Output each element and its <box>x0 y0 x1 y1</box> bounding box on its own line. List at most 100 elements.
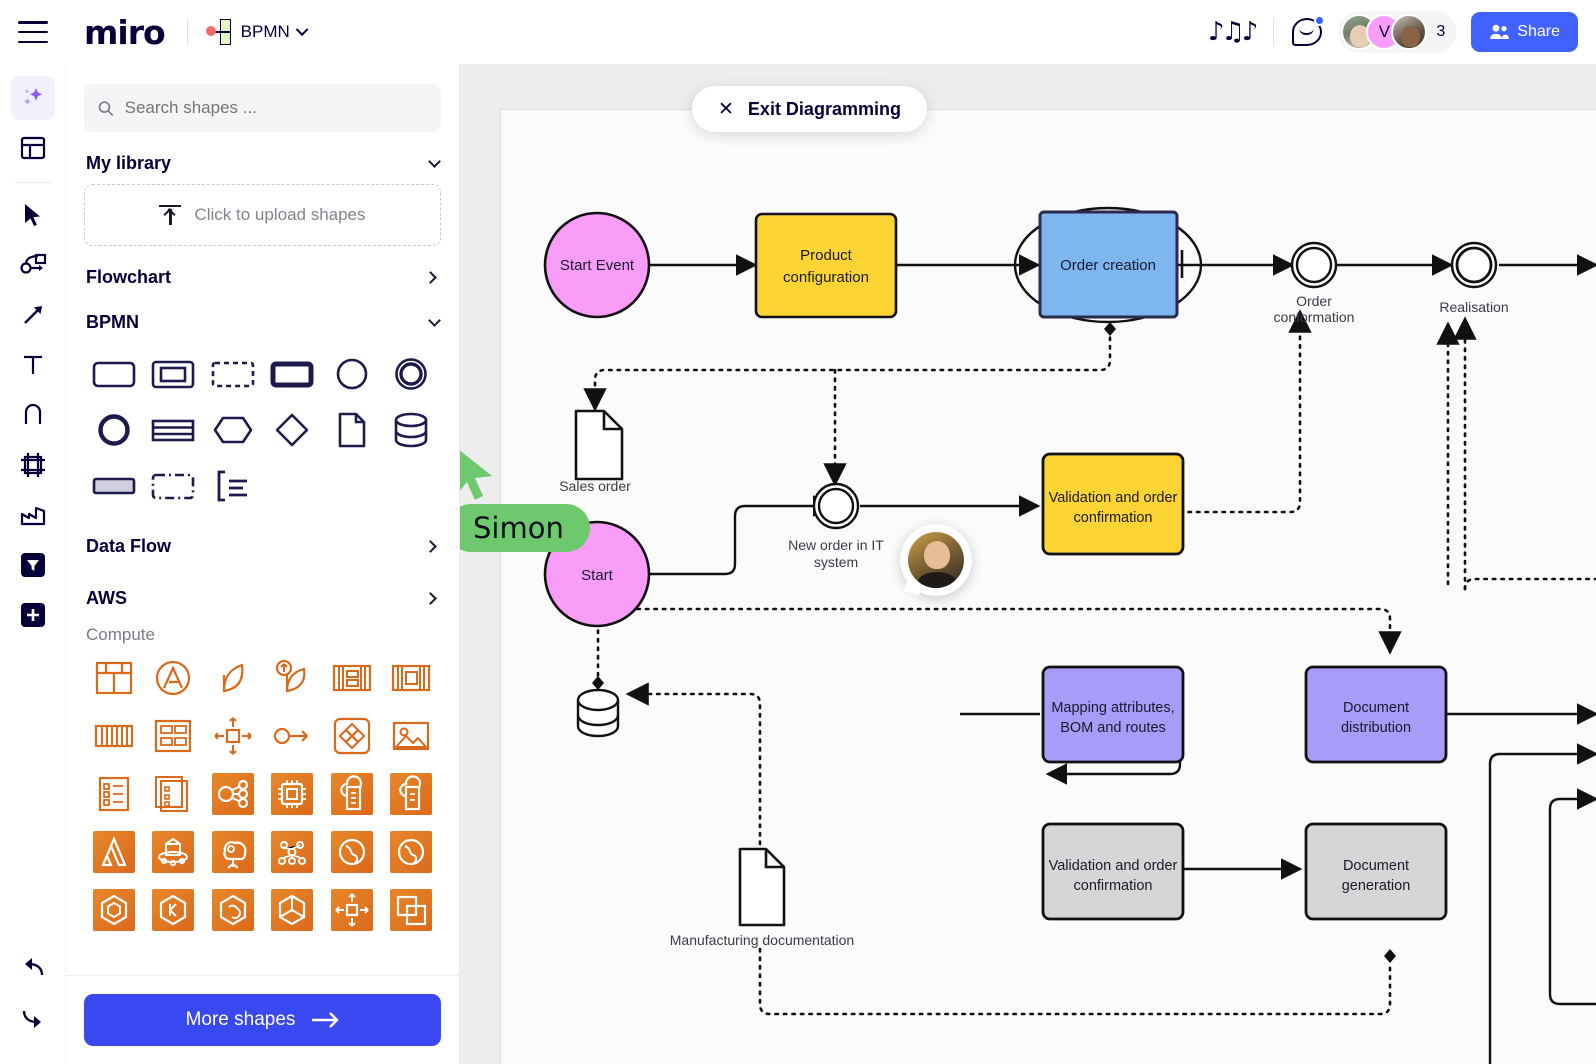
templates-tool[interactable] <box>11 126 55 170</box>
aws-icon-autoscale-chip-icon[interactable] <box>203 713 263 759</box>
aws-icon-lambda-icon[interactable] <box>84 829 144 875</box>
shape-database-cylinder[interactable] <box>382 405 442 455</box>
svg-text:Validation and order: Validation and order <box>1049 858 1178 874</box>
section-header-data-flow[interactable]: Data Flow <box>84 515 441 567</box>
aws-icon-leaf-arrow-icon[interactable] <box>263 655 323 701</box>
plus-icon <box>20 603 45 627</box>
music-notes-icon[interactable]: ♪♫♪ <box>1208 17 1258 47</box>
aws-icon-image-builder-icon[interactable] <box>382 713 442 759</box>
svg-text:Validation and order: Validation and order <box>1049 490 1178 506</box>
aws-icon-rack-server-icon[interactable] <box>322 655 382 701</box>
aws-icon-connector-icon[interactable] <box>263 713 323 759</box>
redo-icon[interactable] <box>20 1006 46 1030</box>
frame-icon <box>20 453 45 477</box>
svg-text:Document: Document <box>1343 700 1409 716</box>
text-tool[interactable] <box>11 343 55 387</box>
shape-end-event-double-circle[interactable] <box>382 349 442 399</box>
chevron-right-icon <box>424 540 437 553</box>
avatar[interactable] <box>1391 14 1428 50</box>
section-header-aws[interactable]: AWS <box>84 567 441 619</box>
sparkles-icon <box>23 88 42 105</box>
aws-icon-globe-circle-2-icon[interactable] <box>382 829 442 875</box>
hamburger-menu-icon[interactable] <box>18 21 48 43</box>
shape-task-rounded-rect[interactable] <box>84 349 144 399</box>
aws-icon-leaf-icon[interactable] <box>203 655 263 701</box>
more-tool[interactable] <box>11 593 55 637</box>
aws-icon-hex-outline-icon[interactable] <box>84 887 144 933</box>
aws-icon-hex-k-icon[interactable] <box>144 887 204 933</box>
board-canvas[interactable]: Start Event Product configuration Order … <box>460 64 1596 1064</box>
chevron-down-icon <box>295 22 309 36</box>
shape-data-object-page[interactable] <box>322 405 382 455</box>
shape-subprocess-nested-rect[interactable] <box>144 349 204 399</box>
board-title: BPMN <box>240 22 290 41</box>
shape-lane-bar[interactable] <box>84 461 144 511</box>
aws-icon-cube-ring-icon[interactable] <box>144 829 204 875</box>
shape-adhoc-dashed-rect[interactable] <box>203 349 263 399</box>
aws-icon-cloud-server-2-icon[interactable] <box>382 771 442 817</box>
aws-icon-share-nodes-icon[interactable] <box>203 771 263 817</box>
upload-label: Click to upload shapes <box>194 205 366 224</box>
shape-data-store-lines[interactable] <box>144 405 204 455</box>
chat-button[interactable] <box>1292 15 1326 46</box>
exit-diagramming-button[interactable]: ✕ Exit Diagramming <box>692 86 927 132</box>
frame-tool[interactable] <box>11 443 55 487</box>
svg-text:Product: Product <box>800 247 853 264</box>
aws-icon-list-icon[interactable] <box>84 771 144 817</box>
ai-magic-tool[interactable] <box>10 76 55 120</box>
svg-text:Sales order: Sales order <box>559 478 631 494</box>
search-input[interactable] <box>124 98 427 118</box>
aws-icon-bare-metal-icon[interactable] <box>84 713 144 759</box>
pen-tool[interactable] <box>11 393 55 437</box>
arrow-tool[interactable] <box>11 293 55 337</box>
upload-shapes-dropzone[interactable]: Click to upload shapes <box>84 184 441 246</box>
chart-tool[interactable] <box>11 493 55 537</box>
shape-annotation-bracket[interactable] <box>203 461 263 511</box>
board-name-dropdown[interactable]: BPMN <box>205 19 309 45</box>
aws-icon-node-tree-icon[interactable] <box>263 829 323 875</box>
select-tool[interactable] <box>11 193 55 237</box>
aws-icon-elastic-icon[interactable] <box>322 713 382 759</box>
aws-icon-ec2-instances-icon[interactable] <box>84 655 144 701</box>
shape-group-dashdot-rect[interactable] <box>144 461 204 511</box>
pen-A-icon <box>24 403 41 424</box>
section-header-my-library[interactable]: My library <box>84 132 441 184</box>
aws-icon-cloud-tree-icon[interactable] <box>203 829 263 875</box>
svg-text:Start: Start <box>581 567 614 584</box>
collaborator-count: 3 <box>1436 23 1446 40</box>
collaborator-canvas-avatar[interactable] <box>900 524 972 596</box>
chevron-down-icon <box>428 314 441 327</box>
aws-icon-scale-chip-icon[interactable] <box>322 887 382 933</box>
undo-icon[interactable] <box>20 956 46 980</box>
section-header-bpmn[interactable]: BPMN <box>84 298 441 343</box>
aws-icon-cloud-server-icon[interactable] <box>322 771 382 817</box>
aws-icon-copy-chip-icon[interactable] <box>382 887 442 933</box>
aws-icon-cpu-chip-icon[interactable] <box>263 771 323 817</box>
aws-icon-instance-grid-icon[interactable] <box>144 713 204 759</box>
shape-gateway-diamond[interactable] <box>263 405 323 455</box>
aws-icon-lambda-circle-icon[interactable] <box>144 655 204 701</box>
aws-icon-list-stack-icon[interactable] <box>144 771 204 817</box>
shape-start-event-bold-circle[interactable] <box>84 405 144 455</box>
aws-icon-globe-circle-icon[interactable] <box>322 829 382 875</box>
svg-text:Realisation: Realisation <box>1439 299 1508 315</box>
shapes-tool[interactable] <box>11 243 55 287</box>
shape-call-activity-thick-rect[interactable] <box>263 349 323 399</box>
more-shapes-button[interactable]: More shapes <box>84 994 441 1046</box>
aws-icon-hex-link-icon[interactable] <box>203 887 263 933</box>
bpmn-shape-grid <box>84 343 441 515</box>
search-shapes-box[interactable] <box>84 84 441 132</box>
svg-text:Start Event: Start Event <box>560 257 635 274</box>
aws-icon-chip-rack-icon[interactable] <box>382 655 442 701</box>
shape-event-circle[interactable] <box>322 349 382 399</box>
collaborator-avatars[interactable]: V 3 <box>1338 11 1458 53</box>
aws-icon-cube-icon[interactable] <box>263 887 323 933</box>
apps-tool[interactable] <box>11 543 55 587</box>
section-header-flowchart[interactable]: Flowchart <box>84 246 441 298</box>
shape-hexagon[interactable] <box>203 405 263 455</box>
section-title: Flowchart <box>86 267 172 287</box>
share-button[interactable]: Share <box>1471 12 1578 52</box>
shape-panel-scroll[interactable]: My library Click to upload shapes Flowch… <box>66 64 459 975</box>
miro-logo[interactable]: miro <box>84 13 166 52</box>
svg-text:confirmation: confirmation <box>1074 878 1153 894</box>
